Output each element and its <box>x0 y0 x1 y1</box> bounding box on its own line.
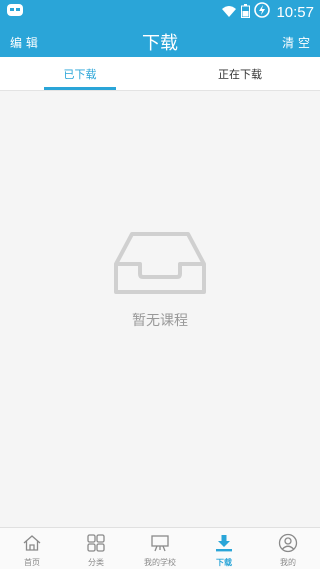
grid-icon <box>86 533 106 557</box>
nav-item-my-school[interactable]: 我的学校 <box>128 528 192 569</box>
nav-home-label: 首页 <box>24 558 40 567</box>
tab-downloaded[interactable]: 已下载 <box>0 57 160 91</box>
download-icon <box>214 533 234 557</box>
tab-downloaded-label: 已下载 <box>63 68 97 81</box>
status-left <box>6 2 24 22</box>
nav-item-download[interactable]: 下载 <box>192 528 256 569</box>
battery-icon <box>241 3 251 22</box>
tab-downloading[interactable]: 正在下载 <box>160 57 320 91</box>
wifi-icon <box>221 3 237 22</box>
status-bar: 10:57 <box>0 0 320 24</box>
empty-message: 暂无课程 <box>132 313 188 329</box>
empty-inbox-icon <box>114 232 206 300</box>
nav-item-category[interactable]: 分类 <box>64 528 128 569</box>
school-board-icon <box>150 533 170 557</box>
nav-category-label: 分类 <box>88 558 104 567</box>
data-saver-icon <box>254 2 271 22</box>
download-tabs: 已下载 正在下载 <box>0 57 320 91</box>
nav-item-mine[interactable]: 我的 <box>256 528 320 569</box>
nav-mine-label: 我的 <box>280 558 296 567</box>
page-title: 下载 <box>142 33 178 54</box>
empty-state <box>0 230 320 300</box>
app-notification-icon <box>6 2 24 22</box>
nav-download-label: 下载 <box>216 558 232 567</box>
nav-item-home[interactable]: 首页 <box>0 528 64 569</box>
user-icon <box>278 533 298 557</box>
bottom-nav: 首页 分类 我的学校 下载 我的 <box>0 527 320 569</box>
tab-downloading-label: 正在下载 <box>218 68 262 81</box>
status-time: 10:57 <box>276 3 314 21</box>
active-tab-indicator <box>44 87 116 90</box>
nav-my-school-label: 我的学校 <box>144 558 176 567</box>
status-right: 10:57 <box>221 2 314 22</box>
clear-button[interactable]: 清 空 <box>282 34 310 51</box>
app-bar: 编 辑 下载 清 空 <box>0 24 320 57</box>
home-icon <box>22 533 42 557</box>
